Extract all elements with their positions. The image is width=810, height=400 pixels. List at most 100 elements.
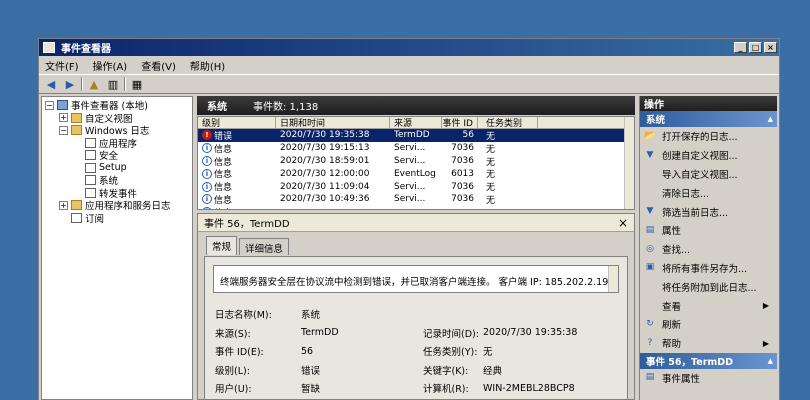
back-arrow-icon[interactable]: ◀: [43, 77, 59, 92]
close-icon[interactable]: ×: [616, 216, 630, 230]
menu-view[interactable]: 查看(V): [141, 58, 176, 73]
action-item[interactable]: 清除日志...: [640, 183, 777, 202]
event-row[interactable]: i 信息 2020/7/30 12:00:00 EventLog 6013 无: [198, 167, 634, 180]
expand-icon[interactable]: +: [59, 200, 68, 210]
event-datetime: 2020/7/30 18:59:01: [280, 155, 370, 166]
tree-node[interactable]: 安全: [42, 149, 192, 162]
collapse-icon[interactable]: −: [59, 125, 68, 135]
event-row[interactable]: i 信息 2020/7/30 19:15:13 Servi... 7036 无: [198, 142, 634, 155]
action-item[interactable]: ▣ 将所有事件另存为...: [640, 259, 777, 278]
event-level-label: 信息: [214, 183, 233, 194]
event-row[interactable]: i 信息 2020/7/30 18:59:01 Servi... 7036 无: [198, 155, 634, 168]
tree-node[interactable]: 应用程序: [42, 137, 192, 150]
tree-node-label: Setup: [99, 162, 127, 174]
column-source[interactable]: 来源: [390, 117, 442, 129]
collapse-icon[interactable]: ▲: [768, 357, 773, 365]
tree-node[interactable]: 系统: [42, 174, 192, 187]
menu-file[interactable]: 文件(F): [45, 58, 79, 73]
property-label: 事件 ID(E):: [215, 347, 264, 359]
action-item[interactable]: ↻ 刷新: [640, 315, 777, 334]
toolbar-separator: [81, 77, 83, 91]
tree-node[interactable]: 订阅: [42, 212, 192, 225]
action-item[interactable]: ▼ 创建自定义视图...: [640, 146, 777, 165]
expand-icon[interactable]: +: [59, 113, 68, 123]
submenu-arrow-icon: ▶: [762, 338, 769, 348]
forward-arrow-icon[interactable]: ▶: [62, 77, 78, 92]
column-datetime[interactable]: 日期和时间: [276, 117, 390, 129]
event-level-label: 错误: [214, 131, 233, 142]
close-button[interactable]: ×: [764, 42, 777, 53]
blank-icon: [644, 187, 656, 198]
menu-help[interactable]: 帮助(H): [190, 58, 225, 73]
event-row[interactable]: i 信息 2020/7/30 11:09:04 Servi... 7036 无: [198, 180, 634, 193]
event-id: 7036: [451, 155, 474, 166]
event-message[interactable]: 终端服务器安全层在协议流中检测到错误，并已取消客户端连接。 客户端 IP: 18…: [213, 265, 619, 293]
event-datetime: 2020/7/30 12:00:00: [280, 168, 370, 179]
event-source: Servi...: [394, 143, 426, 154]
event-id: 7036: [451, 194, 474, 205]
tree-node[interactable]: − Windows 日志: [42, 124, 192, 137]
title-bar[interactable]: 事件查看器 _ □ ×: [39, 39, 779, 56]
properties-icon: ▤: [645, 224, 655, 235]
property-label: 来源(S):: [215, 328, 251, 340]
column-task-category[interactable]: 任务类别: [478, 117, 538, 129]
menu-action[interactable]: 操作(A): [93, 58, 128, 73]
event-row[interactable]: ! 错误 2020/7/30 19:35:38 TermDD 56 无: [198, 129, 634, 142]
action-item[interactable]: 查看 ▶: [640, 296, 777, 315]
action-item[interactable]: 导入自定义视图...: [640, 165, 777, 184]
message-scrollbar[interactable]: [608, 266, 618, 292]
properties-icon: ▤: [645, 372, 655, 383]
event-level-cell: i信息: [198, 155, 276, 168]
blank-icon: [644, 281, 656, 292]
log-icon: [85, 150, 96, 161]
show-hide-action-pane-icon[interactable]: ▦: [129, 77, 145, 92]
info-icon: i: [202, 156, 212, 166]
show-hide-tree-icon[interactable]: ▥: [105, 77, 121, 92]
action-item-label: 创建自定义视图...: [662, 151, 738, 163]
tree-node[interactable]: + 应用程序和服务日志: [42, 199, 192, 212]
property-row: 事件 ID(E): 56 任务类别(Y): 无: [215, 342, 623, 361]
maximize-button[interactable]: □: [749, 42, 762, 53]
property-label: 用户(U):: [215, 384, 252, 396]
info-icon: i: [202, 168, 212, 179]
up-folder-icon[interactable]: ▲: [86, 77, 102, 92]
action-item-label: 将所有事件另存为...: [662, 263, 748, 275]
collapse-icon[interactable]: −: [45, 100, 54, 110]
tree-node[interactable]: − 事件查看器 (本地): [42, 99, 192, 112]
action-item[interactable]: ? 帮助 ▶: [640, 334, 777, 353]
info-icon: i: [202, 194, 212, 205]
event-source: Servi...: [394, 194, 426, 205]
event-list-scrollbar[interactable]: [624, 117, 634, 209]
property-label: 关键字(K):: [423, 365, 469, 377]
error-icon: !: [202, 130, 212, 141]
property-label: 级别(L):: [215, 365, 250, 377]
minimize-button[interactable]: _: [734, 42, 747, 53]
refresh-icon: ↻: [646, 318, 654, 329]
event-row[interactable]: i 信息 2020/7/30 10:49:36 Servi... 7036 无: [198, 193, 634, 206]
action-item[interactable]: ▤ 属性: [640, 221, 777, 240]
property-value: 错误: [301, 365, 321, 377]
tree-node[interactable]: Setup: [42, 162, 192, 175]
column-event-id[interactable]: 事件 ID: [442, 117, 478, 129]
action-item[interactable]: 📂 打开保存的日志...: [640, 127, 777, 146]
action-item[interactable]: ▼ 筛选当前日志...: [640, 202, 777, 221]
actions-section-system[interactable]: 系统 ▲: [640, 111, 777, 127]
event-level-cell: i信息: [198, 193, 276, 206]
column-level[interactable]: 级别: [198, 117, 276, 129]
filter-icon: ▼: [646, 206, 654, 217]
action-item-label: 导入自定义视图...: [662, 169, 738, 181]
property-row: 用户(U): 暂缺 计算机(R): WIN-2MEBL28BCP8: [215, 379, 623, 398]
event-list-header: 级别 日期和时间 来源 事件 ID 任务类别: [198, 117, 634, 129]
event-row[interactable]: i信息: [198, 206, 634, 209]
action-item[interactable]: ▤ 事件属性: [640, 369, 777, 388]
tab-general[interactable]: 常规: [206, 236, 238, 255]
tree-node[interactable]: 转发事件: [42, 187, 192, 200]
action-item[interactable]: 将任务附加到此日志...: [640, 277, 777, 296]
collapse-icon[interactable]: ▲: [768, 115, 773, 123]
action-item[interactable]: ◎ 查找...: [640, 240, 777, 259]
event-task: 无: [486, 144, 496, 155]
tree-node[interactable]: + 自定义视图: [42, 112, 192, 125]
tab-details[interactable]: 详细信息: [239, 238, 290, 255]
actions-section-event[interactable]: 事件 56，TermDD ▲: [640, 352, 777, 369]
event-level-label: 信息: [214, 157, 233, 168]
